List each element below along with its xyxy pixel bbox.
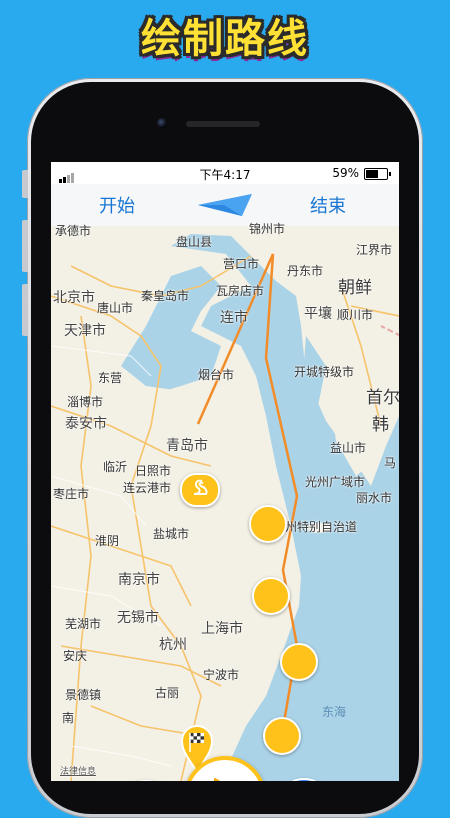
map-label: 益山市	[330, 441, 367, 455]
map-label: 东营	[98, 371, 123, 385]
map-label: 芜湖市	[65, 617, 102, 631]
map-label: 顺川市	[337, 308, 374, 322]
map-label: 天津市	[64, 323, 106, 339]
map-label: 无锡市	[117, 610, 159, 626]
map-label: 平壤	[304, 306, 332, 322]
map-label: 淄博市	[67, 395, 104, 409]
map-label: 枣庄市	[53, 487, 90, 501]
play-route-button[interactable]	[184, 756, 266, 781]
end-button[interactable]: 结束	[310, 192, 346, 218]
map-label: 光州广域市	[305, 475, 366, 489]
map-label: 日照市	[135, 464, 172, 478]
start-marker[interactable]	[180, 473, 220, 507]
start-button[interactable]: 开始	[99, 192, 135, 218]
map-label: 马	[384, 456, 397, 470]
map-label: 上海市	[201, 621, 243, 637]
promo-headline: 绘制路线	[141, 16, 309, 62]
map-label: 烟台市	[198, 368, 235, 382]
map-label: 东海	[322, 705, 347, 719]
map-label: 营口市	[223, 257, 260, 271]
route-waypoint[interactable]	[263, 717, 301, 755]
map-label: 秦皇岛市	[141, 289, 190, 303]
map-label: 韩	[372, 415, 389, 435]
map-label: 南	[62, 711, 75, 725]
play-icon	[214, 778, 221, 781]
map-label: 南京市	[118, 572, 160, 588]
map-label: 开城特级市	[294, 365, 355, 379]
map-label: 临沂	[103, 460, 128, 474]
map-label: 首尔	[366, 388, 399, 408]
send-arrow-icon	[198, 194, 252, 216]
map-label: 丹东市	[287, 264, 324, 278]
phone-volume-down	[22, 284, 28, 336]
map-label: 瓦房店市	[216, 284, 265, 298]
navigation-bar: 开始 结束	[51, 184, 399, 227]
map-label: 唐山市	[97, 301, 134, 315]
earpiece-speaker	[186, 121, 260, 127]
route-waypoint[interactable]	[249, 505, 287, 543]
map-label: 锦州市	[249, 222, 286, 236]
map-label: 承德市	[55, 224, 92, 238]
map-label: 青岛市	[166, 438, 208, 454]
route-waypoint[interactable]	[280, 643, 318, 681]
map-label: 安庆	[63, 649, 88, 663]
map-label: 连市	[220, 310, 248, 326]
map-label: 连云港市	[123, 481, 172, 495]
map-label: 宁波市	[203, 668, 240, 682]
phone-volume-up	[22, 220, 28, 272]
map-label: 北京市	[53, 290, 95, 306]
battery-percent: 59%	[332, 166, 359, 180]
battery-icon	[364, 168, 391, 180]
legal-info-link[interactable]: 法律信息	[60, 764, 96, 777]
map-label: 盐城市	[153, 527, 190, 541]
app-screen: 下午4:17 59% 开始 结束 承德市 盘山县 锦州市 江界市 营口市 丹东市…	[51, 162, 399, 781]
map-label: 杭州	[159, 637, 187, 653]
phone-side-button	[22, 170, 28, 198]
map-label: 淮阴	[95, 534, 120, 548]
map-label: 朝鲜	[338, 278, 372, 298]
swan-icon	[193, 479, 208, 495]
status-bar: 下午4:17 59%	[51, 162, 399, 184]
map-label: 古丽	[155, 686, 180, 700]
map-label: 江界市	[356, 243, 393, 257]
map-label: 泰安市	[65, 416, 107, 432]
front-camera	[157, 118, 167, 128]
map-label: 盘山县	[176, 235, 213, 249]
route-waypoint[interactable]	[252, 577, 290, 615]
map-view[interactable]: 承德市 盘山县 锦州市 江界市 营口市 丹东市 北京市 唐山市 秦皇岛市 瓦房店…	[51, 222, 399, 781]
map-label: 丽水市	[356, 491, 393, 505]
map-label: 景德镇	[65, 688, 102, 702]
